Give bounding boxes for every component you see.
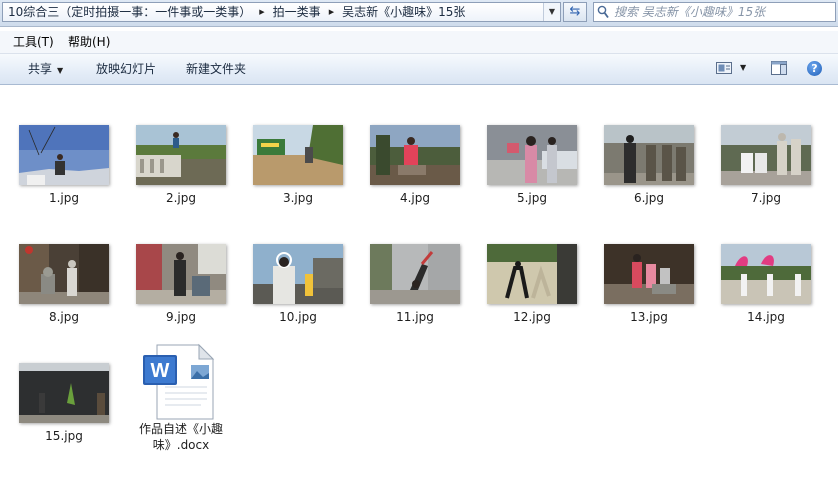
file-name-line: 作品自述《小趣 — [138, 422, 223, 436]
breadcrumb-separator-icon[interactable]: ▶ — [256, 8, 267, 16]
file-list-view: 1.jpg 2.jpg 3.jpg 4.jpg 5.jpg 6.jpg 7.jp… — [0, 85, 838, 478]
image-thumbnail — [604, 125, 694, 185]
file-name: 2.jpg — [165, 191, 197, 205]
file-item[interactable]: 5.jpg — [477, 125, 587, 206]
file-name: 8.jpg — [48, 310, 80, 324]
image-thumbnail — [721, 244, 811, 304]
new-folder-button[interactable]: 新建文件夹 — [186, 61, 246, 77]
refresh-button[interactable]: ⇆ — [563, 2, 587, 22]
refresh-icon: ⇆ — [569, 4, 581, 19]
file-item[interactable]: 12.jpg — [477, 244, 587, 325]
file-item[interactable]: 9.jpg — [126, 244, 236, 325]
address-bar-row: 10综合三（定时拍摄一事：一件事或一类事） ▶ 拍一类事 ▶ 吴志新《小趣味》1… — [0, 0, 838, 27]
file-name: 14.jpg — [747, 310, 785, 324]
file-name: 4.jpg — [399, 191, 431, 205]
slideshow-button[interactable]: 放映幻灯片 — [96, 61, 156, 77]
file-item[interactable]: 14.jpg — [711, 244, 821, 325]
file-item[interactable]: 13.jpg — [594, 244, 704, 325]
file-item[interactable]: 10.jpg — [243, 244, 353, 325]
image-thumbnail — [136, 244, 226, 304]
file-name: 1.jpg — [48, 191, 80, 205]
image-thumbnail — [19, 125, 109, 185]
search-box[interactable] — [593, 2, 836, 22]
file-item[interactable]: 3.jpg — [243, 125, 353, 206]
command-bar: 共享 ▼ 放映幻灯片 新建文件夹 ▼ ? — [0, 54, 838, 85]
preview-pane-icon[interactable] — [771, 61, 787, 75]
search-icon — [597, 5, 609, 19]
file-item[interactable]: 2.jpg — [126, 125, 236, 206]
address-dropdown-icon[interactable]: ▼ — [543, 3, 560, 21]
menu-tools[interactable]: 工具(T) — [13, 34, 54, 50]
file-name: 12.jpg — [513, 310, 551, 324]
breadcrumb-item[interactable]: 拍一类事 — [268, 3, 326, 21]
search-input[interactable] — [614, 3, 832, 21]
file-item[interactable]: W 作品自述《小趣 味》.docx — [126, 337, 236, 453]
image-thumbnail — [487, 125, 577, 185]
file-item[interactable]: 15.jpg — [9, 363, 119, 444]
file-name: 5.jpg — [516, 191, 548, 205]
file-name-line: 味》.docx — [152, 438, 210, 452]
image-thumbnail — [19, 244, 109, 304]
views-dropdown-icon[interactable]: ▼ — [740, 63, 746, 72]
file-item[interactable]: 7.jpg — [711, 125, 821, 206]
menu-bar: 工具(T) 帮助(H) — [0, 31, 838, 54]
image-thumbnail — [19, 363, 109, 423]
image-thumbnail — [721, 125, 811, 185]
svg-text:W: W — [151, 360, 170, 382]
chevron-down-icon: ▼ — [57, 66, 64, 75]
menu-help[interactable]: 帮助(H) — [68, 34, 110, 50]
file-name: 13.jpg — [630, 310, 668, 324]
file-name: 作品自述《小趣 味》.docx — [126, 421, 236, 453]
file-item[interactable]: 6.jpg — [594, 125, 704, 206]
file-name: 11.jpg — [396, 310, 434, 324]
help-icon[interactable]: ? — [807, 61, 822, 76]
file-name: 7.jpg — [750, 191, 782, 205]
image-thumbnail — [253, 244, 343, 304]
word-document-icon: W — [141, 337, 221, 421]
image-thumbnail — [487, 244, 577, 304]
file-name: 6.jpg — [633, 191, 665, 205]
image-thumbnail — [136, 125, 226, 185]
breadcrumb-item[interactable]: 吴志新《小趣味》15张 — [337, 3, 470, 21]
file-item[interactable]: 11.jpg — [360, 244, 470, 325]
address-bar[interactable]: 10综合三（定时拍摄一事：一件事或一类事） ▶ 拍一类事 ▶ 吴志新《小趣味》1… — [2, 2, 561, 22]
image-thumbnail — [370, 125, 460, 185]
breadcrumb-separator-icon[interactable]: ▶ — [326, 8, 337, 16]
file-name: 3.jpg — [282, 191, 314, 205]
change-view-icon[interactable] — [716, 62, 732, 74]
file-name: 15.jpg — [45, 429, 83, 443]
image-thumbnail — [253, 125, 343, 185]
image-thumbnail — [370, 244, 460, 304]
file-item[interactable]: 4.jpg — [360, 125, 470, 206]
breadcrumb-item[interactable]: 10综合三（定时拍摄一事：一件事或一类事） — [3, 3, 256, 21]
file-item[interactable]: 8.jpg — [9, 244, 119, 325]
share-button[interactable]: 共享 ▼ — [28, 61, 63, 79]
file-name: 9.jpg — [165, 310, 197, 324]
image-thumbnail — [604, 244, 694, 304]
share-label: 共享 — [28, 62, 53, 76]
file-name: 10.jpg — [279, 310, 317, 324]
file-item[interactable]: 1.jpg — [9, 125, 119, 206]
